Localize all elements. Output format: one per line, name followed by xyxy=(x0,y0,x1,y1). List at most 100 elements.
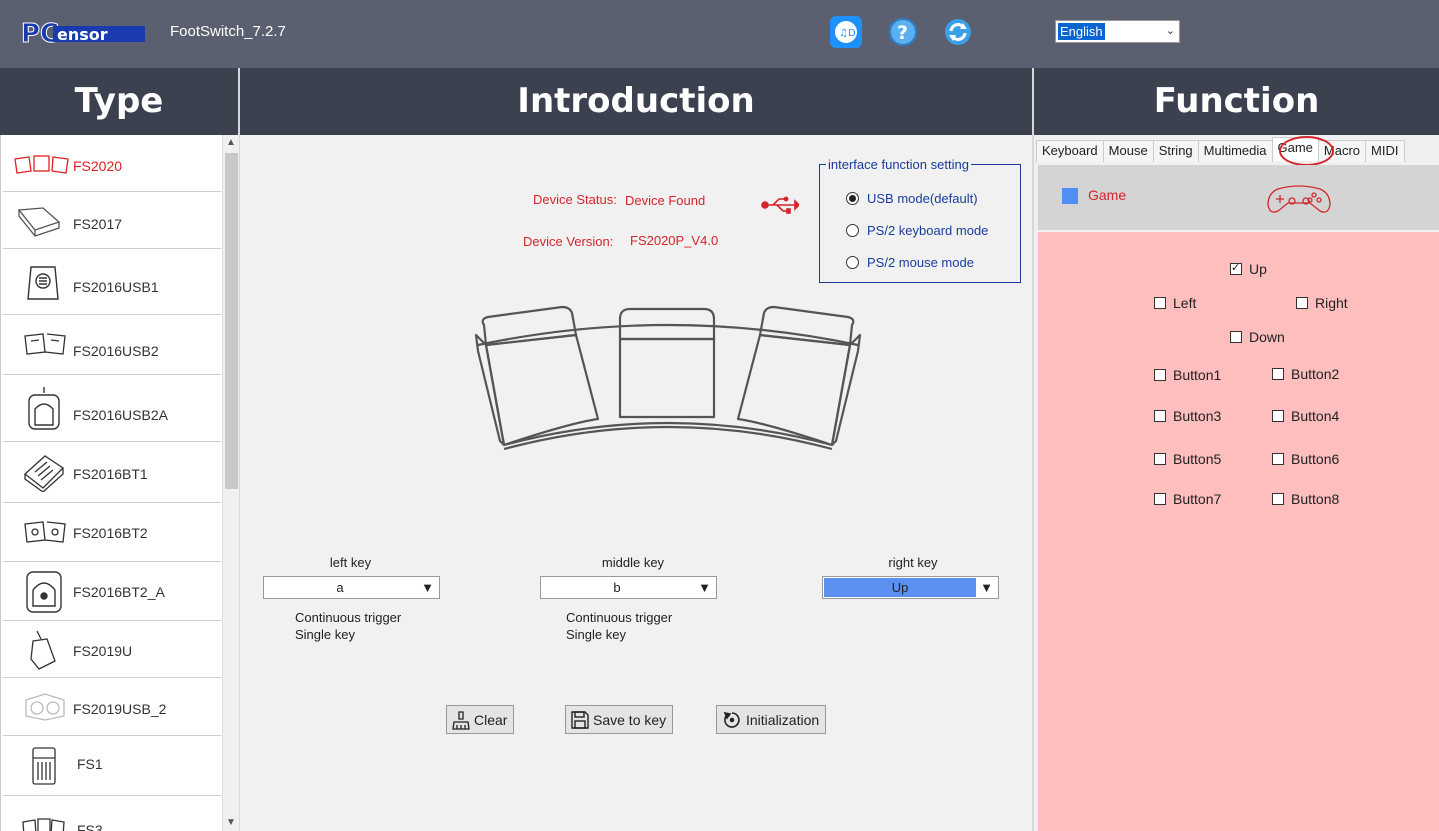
footswitch-app: PC ensor FootSwitch_7.2.7 ♫D ? English ⌄… xyxy=(0,0,1439,831)
dropdown-arrow-icon[interactable]: ▼ xyxy=(980,580,993,595)
svg-text:?: ? xyxy=(897,22,908,44)
type-item-fs2016bt1[interactable]: FS2016BT1 xyxy=(3,442,221,503)
tab-midi[interactable]: MIDI xyxy=(1365,140,1405,162)
left-key-options: Continuous trigger Single key xyxy=(295,610,402,642)
pedal-triple-icon xyxy=(14,155,69,174)
left-key-label: left key xyxy=(329,555,372,570)
type-item-fs2016usb2[interactable]: FS2016USB2 xyxy=(3,315,221,375)
dropdown-arrow-icon[interactable]: ▼ xyxy=(421,580,434,595)
checkbox-button1[interactable]: Button1 xyxy=(1154,367,1221,383)
radio-button[interactable] xyxy=(846,192,859,205)
pedal-double-wireless-icon xyxy=(24,521,66,543)
midi-app-icon[interactable]: ♫D xyxy=(830,16,862,48)
usb-mode-radio[interactable]: USB mode(default) xyxy=(846,191,978,206)
tab-keyboard[interactable]: Keyboard xyxy=(1036,140,1104,162)
type-item-fs2016usb2a[interactable]: FS2016USB2A xyxy=(3,375,221,442)
pedal-triple-small-icon xyxy=(22,818,65,831)
pedal-double-icon xyxy=(24,333,66,355)
tab-multimedia[interactable]: Multimedia xyxy=(1197,140,1273,162)
interface-function-setting: interface function setting USB mode(defa… xyxy=(819,157,1021,283)
pcsensor-logo: PC ensor xyxy=(21,19,145,49)
device-version-value: FS2020P_V4.0 xyxy=(630,233,719,248)
checkbox-button7[interactable]: Button7 xyxy=(1154,491,1221,507)
type-item-fs3[interactable]: FS3 xyxy=(3,796,221,831)
introduction-header: Introduction xyxy=(240,68,1032,135)
tab-mouse[interactable]: Mouse xyxy=(1102,140,1154,162)
help-icon[interactable]: ? xyxy=(887,16,919,48)
pedal-arch-round-icon xyxy=(26,571,62,613)
radio-button[interactable] xyxy=(846,224,859,237)
left-key-select[interactable]: a ▼ xyxy=(263,576,440,599)
function-header: Function xyxy=(1034,68,1439,135)
language-value: English xyxy=(1058,23,1105,40)
type-header: Type xyxy=(0,68,238,135)
save-to-key-button[interactable]: Save to key xyxy=(565,705,674,734)
pedal-twin-round-icon xyxy=(25,693,65,721)
dropdown-arrow-icon[interactable]: ▼ xyxy=(698,580,711,595)
refresh-icon[interactable] xyxy=(942,16,974,48)
function-panel: Keyboard Mouse String Multimedia Game Ma… xyxy=(1034,135,1439,831)
type-item-fs2020[interactable]: FS2020 xyxy=(3,135,221,192)
type-item-fs2017[interactable]: FS2017 xyxy=(3,192,221,249)
scroll-up-icon[interactable]: ▲ xyxy=(226,137,236,148)
scroll-thumb[interactable] xyxy=(225,153,238,489)
checkbox-button4[interactable]: Button4 xyxy=(1272,408,1339,424)
gamepad-icon xyxy=(1267,185,1331,213)
type-item-fs2019usb-2[interactable]: FS2019USB_2 xyxy=(3,678,221,736)
checkbox-left[interactable]: Left xyxy=(1154,295,1196,311)
type-item-fs2016bt2[interactable]: FS2016BT2 xyxy=(3,503,221,562)
middle-key-select[interactable]: b ▼ xyxy=(540,576,717,599)
checkbox-button5[interactable]: Button5 xyxy=(1154,451,1221,467)
fs2020-pedal-illustration xyxy=(474,305,862,451)
checkbox-right[interactable]: Right xyxy=(1296,295,1348,311)
pedal-arch-icon xyxy=(28,387,60,430)
checkbox-up[interactable]: Up xyxy=(1230,261,1267,277)
pedal-single-icon xyxy=(17,207,61,237)
tab-string[interactable]: String xyxy=(1152,140,1199,162)
type-item-fs2016bt2-a[interactable]: FS2016BT2_A xyxy=(3,562,221,621)
device-type-list: FS2020 FS2017 FS2016USB1 FS2016USB2 FS20… xyxy=(0,135,222,831)
device-status-value: Device Found xyxy=(625,193,706,208)
radio-button[interactable] xyxy=(846,256,859,269)
svg-text:♫D: ♫D xyxy=(839,28,856,39)
device-status-label: Device Status: xyxy=(533,192,617,207)
game-tab-highlight xyxy=(1279,136,1334,166)
chevron-down-icon: ⌄ xyxy=(1165,25,1175,37)
game-header: Game xyxy=(1038,165,1439,230)
interface-function-title: interface function setting xyxy=(826,157,971,172)
checkbox-down[interactable]: Down xyxy=(1230,329,1285,345)
app-title: FootSwitch_7.2.7 xyxy=(170,23,286,40)
pedal-upright-icon xyxy=(27,266,59,300)
svg-text:ensor: ensor xyxy=(57,25,108,44)
right-key-select[interactable]: Up ▼ xyxy=(822,576,999,599)
game-color-indicator xyxy=(1062,188,1078,204)
middle-key-options: Continuous trigger Single key xyxy=(566,610,673,642)
function-tabs: Keyboard Mouse String Multimedia Game Ma… xyxy=(1036,137,1405,162)
middle-key-label: middle key xyxy=(601,555,665,570)
clear-button[interactable]: Clear xyxy=(446,705,515,734)
right-key-label: right key xyxy=(888,555,938,570)
type-item-fs2019u[interactable]: FS2019U xyxy=(3,621,221,678)
device-version-label: Device Version: xyxy=(523,234,614,249)
scroll-down-icon[interactable]: ▼ xyxy=(226,817,236,828)
type-list-scrollbar[interactable]: ▲ ▼ xyxy=(222,135,239,831)
title-bar: PC ensor FootSwitch_7.2.7 ♫D ? English ⌄ xyxy=(0,0,1439,68)
broom-icon xyxy=(452,710,470,730)
checkbox-button6[interactable]: Button6 xyxy=(1272,451,1339,467)
pedal-box-icon xyxy=(32,747,56,785)
ps2-keyboard-mode-radio[interactable]: PS/2 keyboard mode xyxy=(846,223,988,238)
checkbox-button3[interactable]: Button3 xyxy=(1154,408,1221,424)
reset-icon xyxy=(723,711,740,728)
checkbox-button8[interactable]: Button8 xyxy=(1272,491,1339,507)
type-item-fs2016usb1[interactable]: FS2016USB1 xyxy=(3,249,221,315)
initialization-button[interactable]: Initialization xyxy=(716,705,827,734)
type-item-fs1[interactable]: FS1 xyxy=(3,736,221,796)
ps2-mouse-mode-radio[interactable]: PS/2 mouse mode xyxy=(846,255,974,270)
game-options-pane: Up Left Right Down Button1 Button2 Butto… xyxy=(1038,232,1439,831)
checkbox-button2[interactable]: Button2 xyxy=(1272,366,1339,382)
language-select[interactable]: English ⌄ xyxy=(1055,20,1180,43)
save-icon xyxy=(571,710,589,729)
introduction-panel: Device Status: Device Found Device Versi… xyxy=(240,135,1032,831)
pedal-small-icon xyxy=(30,630,56,670)
game-label: Game xyxy=(1088,187,1127,203)
